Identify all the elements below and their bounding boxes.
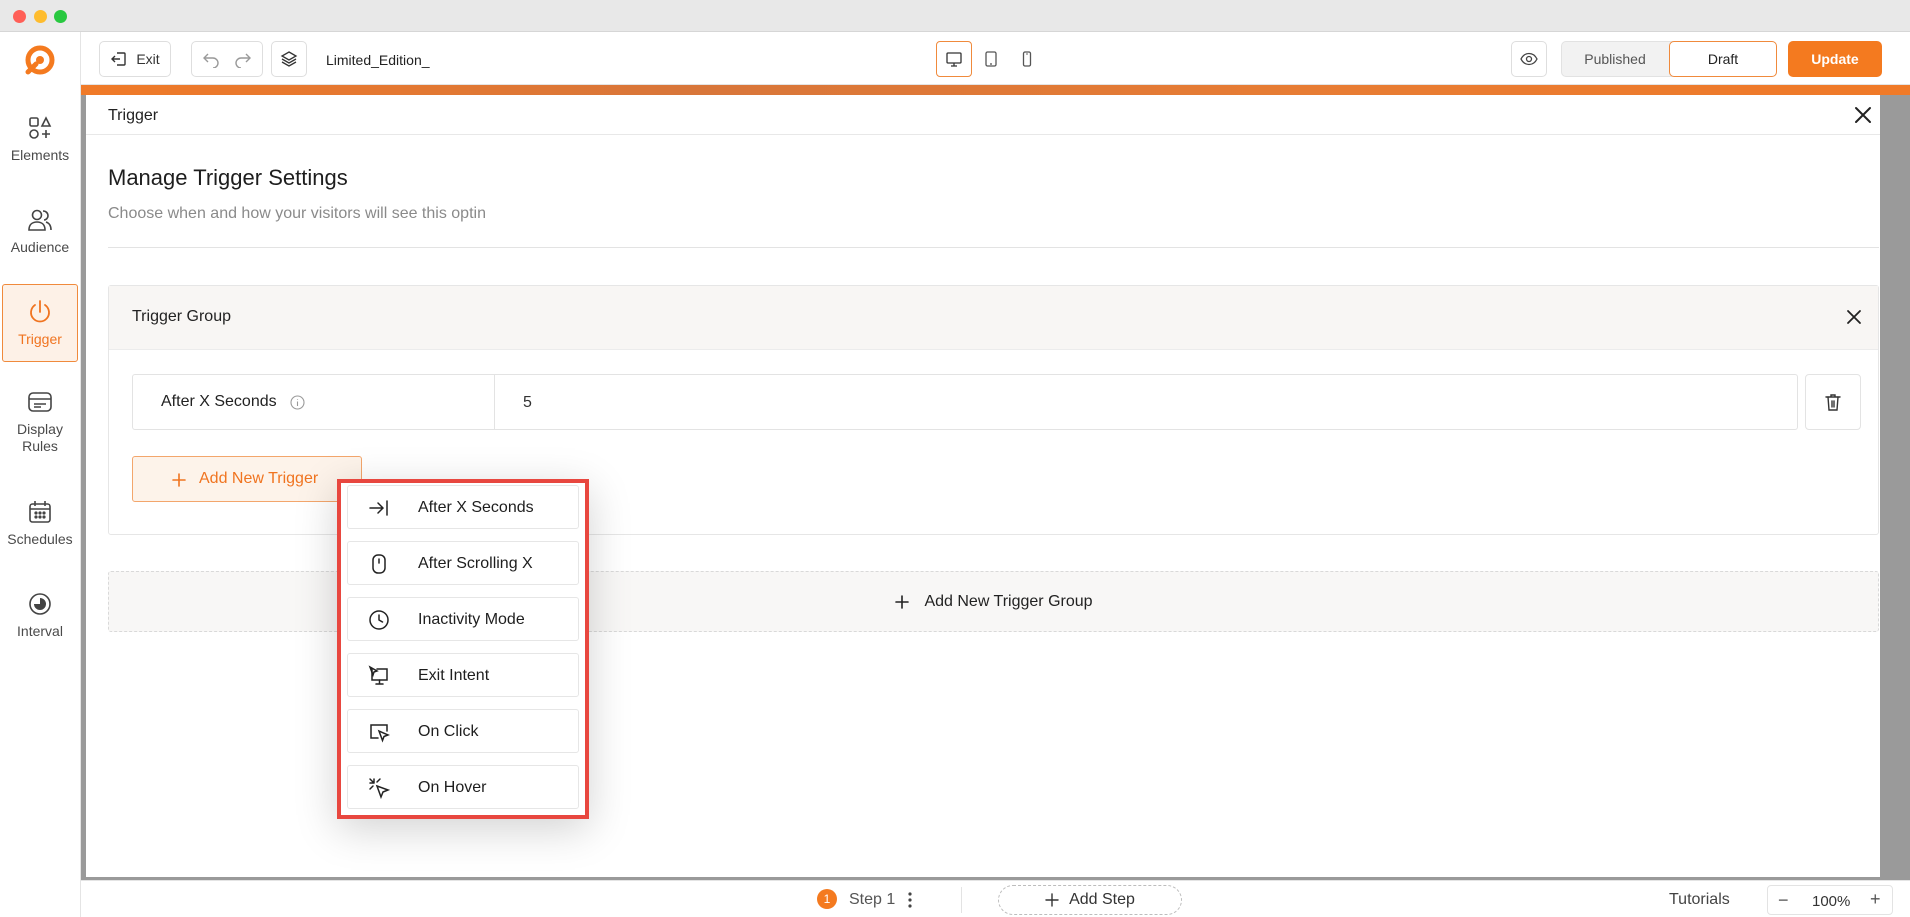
publish-status-toggle: Published Draft xyxy=(1561,41,1777,77)
clock-icon xyxy=(369,610,389,630)
device-switcher xyxy=(936,41,1046,77)
sidebar-item-label: Trigger xyxy=(18,330,62,347)
sidebar-item-schedules[interactable]: Schedules xyxy=(2,484,78,562)
window-close-button[interactable] xyxy=(13,10,26,23)
mobile-icon xyxy=(1023,51,1032,67)
window-zoom-button[interactable] xyxy=(54,10,67,23)
dropdown-item-exit-intent[interactable]: Exit Intent xyxy=(347,653,579,697)
trigger-group-title: Trigger Group xyxy=(132,308,231,325)
document-title[interactable]: Limited_Edition_ xyxy=(326,52,430,68)
update-button[interactable]: Update xyxy=(1788,41,1882,77)
zoom-in-button[interactable]: + xyxy=(1870,889,1881,910)
divider xyxy=(108,247,1879,248)
sidebar-item-elements[interactable]: Elements xyxy=(2,100,78,178)
app-logo-icon[interactable] xyxy=(22,42,58,78)
trash-icon xyxy=(1825,394,1841,411)
sidebar-item-audience[interactable]: Audience xyxy=(2,192,78,270)
trigger-seconds-input[interactable]: 5 xyxy=(523,394,532,412)
layers-icon xyxy=(280,51,298,67)
trigger-row: After X Seconds 5 xyxy=(132,374,1798,430)
preview-button[interactable] xyxy=(1511,41,1547,77)
panel-header: Trigger xyxy=(86,95,1880,135)
zoom-control: − 100% + xyxy=(1767,885,1893,915)
delete-trigger-button[interactable] xyxy=(1805,374,1861,430)
tablet-icon xyxy=(984,51,997,67)
sidebar-item-label: Interval xyxy=(17,622,63,639)
panel-title: Trigger xyxy=(108,107,159,124)
info-icon[interactable] xyxy=(290,395,305,410)
top-toolbar: Exit Limited_Edition_ Published Draft Up… xyxy=(81,32,1910,85)
step-number-badge: 1 xyxy=(817,889,837,909)
zoom-level: 100% xyxy=(1812,893,1851,910)
sidebar-item-interval[interactable]: Interval xyxy=(2,576,78,654)
sidebar-item-label: Elements xyxy=(10,146,70,163)
dropdown-item-inactivity-mode[interactable]: Inactivity Mode xyxy=(347,597,579,641)
zoom-out-button[interactable]: − xyxy=(1778,890,1789,911)
calendar-icon xyxy=(29,500,51,523)
sidebar-item-trigger[interactable]: Trigger xyxy=(2,284,78,362)
elements-icon xyxy=(29,115,52,139)
audience-icon xyxy=(28,209,52,231)
undo-icon[interactable] xyxy=(202,50,220,68)
close-icon[interactable] xyxy=(1843,306,1865,328)
arrow-to-line-icon xyxy=(369,500,388,516)
interval-icon xyxy=(29,592,51,615)
canvas-top-stripe xyxy=(81,85,1910,95)
add-new-trigger-button[interactable]: Add New Trigger xyxy=(132,456,362,502)
sidebar-item-label: Schedules xyxy=(7,530,73,547)
monitor-cursor-icon xyxy=(368,665,388,685)
dropdown-item-on-click[interactable]: On Click xyxy=(347,709,579,753)
page-title: Manage Trigger Settings xyxy=(108,165,348,190)
step-tab[interactable]: Step 1 xyxy=(849,891,895,909)
bottom-bar: 1 Step 1 Add Step Tutorials − 100% + xyxy=(81,880,1910,917)
trigger-group-header: Trigger Group xyxy=(109,286,1878,350)
left-sidebar: Elements Audience Trigger Display Rules … xyxy=(0,32,81,917)
dropdown-item-after-scrolling-x[interactable]: After Scrolling X xyxy=(347,541,579,585)
close-icon[interactable] xyxy=(1851,103,1875,127)
trigger-row-label: After X Seconds xyxy=(133,375,495,429)
trigger-type-label: After X Seconds xyxy=(161,393,277,410)
tablet-view-button[interactable] xyxy=(973,41,1009,77)
draft-option[interactable]: Draft xyxy=(1669,41,1777,77)
dropdown-item-after-x-seconds[interactable]: After X Seconds xyxy=(347,485,579,529)
trigger-type-dropdown: After X Seconds After Scrolling X Inacti… xyxy=(337,479,589,819)
published-option[interactable]: Published xyxy=(1562,42,1668,76)
add-step-button[interactable]: Add Step xyxy=(998,885,1182,915)
layers-button[interactable] xyxy=(271,41,307,77)
tutorials-link[interactable]: Tutorials xyxy=(1669,891,1730,909)
exit-icon xyxy=(111,52,127,66)
exit-button[interactable]: Exit xyxy=(99,41,171,77)
window-titlebar xyxy=(0,0,1910,32)
desktop-view-button[interactable] xyxy=(936,41,972,77)
page-subtitle: Choose when and how your visitors will s… xyxy=(108,205,486,222)
desktop-icon xyxy=(946,52,962,67)
click-cursor-icon xyxy=(370,724,390,743)
divider xyxy=(961,887,962,913)
window-minimize-button[interactable] xyxy=(34,10,47,23)
power-icon xyxy=(30,299,50,322)
hover-cursor-icon xyxy=(369,778,390,799)
plus-icon xyxy=(172,473,186,487)
history-group xyxy=(191,41,263,77)
plus-icon xyxy=(895,594,910,609)
redo-icon[interactable] xyxy=(234,50,252,68)
display-rules-icon xyxy=(28,392,52,412)
sidebar-item-label: Display Rules xyxy=(17,421,63,454)
eye-icon xyxy=(1520,52,1538,66)
plus-icon xyxy=(1045,893,1059,907)
sidebar-item-label: Audience xyxy=(10,238,70,255)
mobile-view-button[interactable] xyxy=(1009,41,1045,77)
sidebar-item-display-rules[interactable]: Display Rules xyxy=(2,376,78,468)
more-options-icon[interactable] xyxy=(907,890,913,910)
mouse-icon xyxy=(372,554,386,574)
dropdown-item-on-hover[interactable]: On Hover xyxy=(347,765,579,809)
